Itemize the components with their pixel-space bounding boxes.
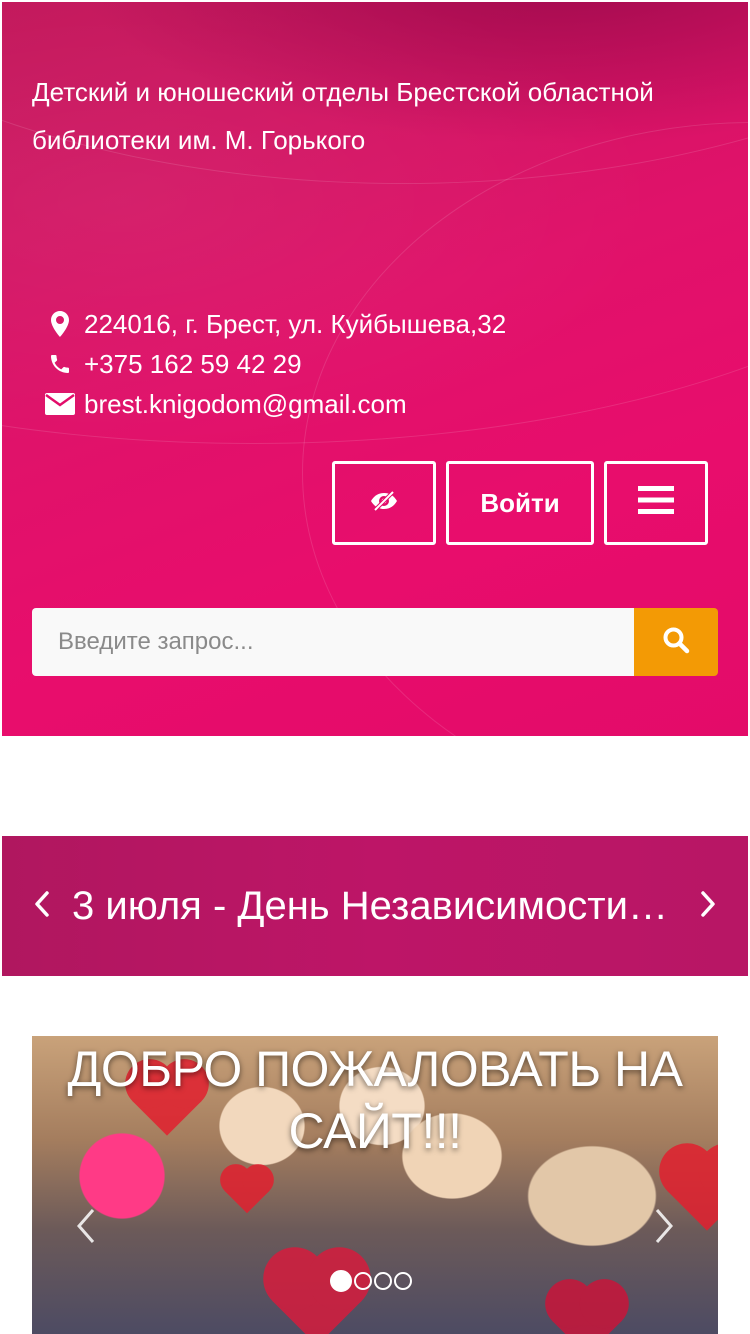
hamburger-menu-icon — [638, 485, 674, 521]
search-input[interactable] — [32, 608, 634, 676]
decor-heart — [272, 1256, 362, 1334]
phone-icon — [38, 352, 82, 376]
slide-prev-button[interactable] — [66, 1198, 106, 1258]
image-slider: Добро пожаловать на сайт!!! — [32, 1036, 718, 1334]
news-prev-button[interactable] — [2, 890, 82, 922]
slide-dot-3[interactable] — [374, 1272, 392, 1290]
slide-dot-4[interactable] — [394, 1272, 412, 1290]
envelope-icon — [38, 393, 82, 415]
decor-heart — [224, 1168, 270, 1214]
search-form — [32, 608, 718, 676]
slide-dot-1[interactable] — [330, 1270, 352, 1292]
slide-next-button[interactable] — [644, 1198, 684, 1258]
chevron-right-icon — [654, 1208, 674, 1249]
contact-address: 224016, г. Брест, ул. Куйбышева,32 — [38, 304, 506, 344]
eye-slash-icon — [369, 488, 399, 519]
contact-email: brest.knigodom@gmail.com — [38, 384, 506, 424]
contacts-block: 224016, г. Брест, ул. Куйбышева,32 +375 … — [38, 304, 506, 424]
chevron-left-icon — [76, 1208, 96, 1249]
site-title[interactable]: Детский и юношеский отделы Брестской обл… — [32, 68, 722, 164]
address-text: 224016, г. Брест, ул. Куйбышева,32 — [84, 308, 507, 339]
decor-heart — [552, 1286, 622, 1334]
email-text[interactable]: brest.knigodom@gmail.com — [84, 389, 407, 420]
contact-phone: +375 162 59 42 29 — [38, 344, 506, 384]
slide-caption: Добро пожаловать на сайт!!! — [67, 1041, 684, 1159]
menu-button[interactable] — [604, 461, 708, 545]
news-title-link[interactable]: 3 июля - День Независимости Республики Б… — [72, 884, 668, 929]
phone-text[interactable]: +375 162 59 42 29 — [84, 349, 302, 380]
map-marker-icon — [38, 311, 82, 337]
slide-dot-2[interactable] — [354, 1272, 372, 1290]
slider-pagination — [32, 1270, 718, 1292]
login-button[interactable]: Войти — [446, 461, 594, 545]
search-button[interactable] — [634, 608, 718, 676]
search-icon — [662, 626, 690, 659]
accessibility-button[interactable] — [332, 461, 436, 545]
chevron-left-icon — [34, 890, 50, 922]
chevron-right-icon — [700, 890, 716, 922]
news-next-button[interactable] — [668, 890, 748, 922]
news-ticker: 3 июля - День Независимости Республики Б… — [2, 836, 748, 976]
